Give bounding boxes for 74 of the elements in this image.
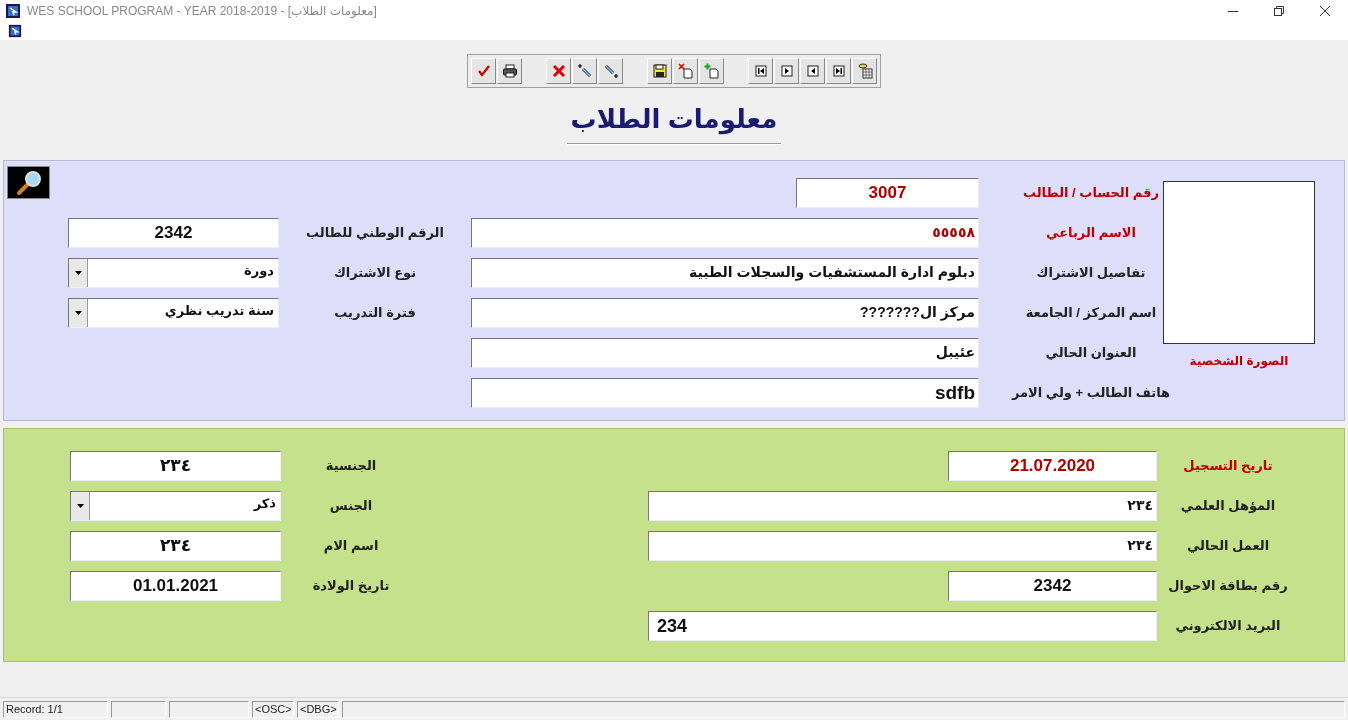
- document-icon[interactable]: [8, 24, 22, 38]
- status-text: Record: 1/1: [3, 700, 108, 718]
- input-field[interactable]: sdfb: [471, 378, 979, 408]
- input-field[interactable]: 21.07.2020: [948, 451, 1157, 481]
- magnifier-icon: [14, 169, 43, 196]
- page-heading: معلومات الطلاب: [566, 100, 782, 144]
- input-field[interactable]: عئيبل: [471, 338, 979, 368]
- field-label: تفاصيل الاشتراك: [1036, 264, 1146, 283]
- dropdown-button[interactable]: [71, 492, 90, 520]
- input-field[interactable]: ٢٣٤: [70, 451, 281, 481]
- minimize-icon: [1228, 10, 1238, 12]
- input-field[interactable]: ٥٥٥٥٨: [471, 218, 979, 248]
- input-field[interactable]: ٢٣٤: [648, 531, 1157, 561]
- dropdown-button[interactable]: [69, 259, 88, 287]
- field-label: فترة التدريب: [334, 304, 416, 323]
- field-label: رقم بطاقة الاحوال: [1168, 577, 1288, 596]
- field-label: المؤهل العلمي: [1180, 497, 1276, 516]
- search-button[interactable]: [7, 166, 50, 199]
- dropdown-field[interactable]: دورة: [68, 258, 279, 288]
- check-icon: [475, 63, 492, 79]
- cross-icon: [550, 63, 567, 79]
- field-label: رقم الحساب / الطالب: [1022, 184, 1159, 203]
- input-field[interactable]: 2342: [948, 571, 1157, 601]
- page-cross-icon: [677, 63, 694, 79]
- database-table-icon: [856, 63, 873, 79]
- field-label: الرقم الوطني للطالب: [306, 224, 444, 243]
- field-label: هاتف الطالب + ولي الامر: [1011, 384, 1171, 403]
- field-label: الجنس: [329, 497, 373, 516]
- toolbar-button[interactable]: [826, 58, 851, 84]
- printer-icon: [501, 63, 518, 79]
- caret-icon: [76, 504, 84, 508]
- close-icon: [1320, 6, 1330, 16]
- field-label: تاريخ الولادة: [312, 577, 390, 596]
- field-label: اسم الام: [323, 537, 379, 556]
- caret-icon: [74, 271, 82, 275]
- toolbar-button[interactable]: [800, 58, 825, 84]
- photo-frame[interactable]: [1163, 181, 1315, 344]
- input-field[interactable]: ٢٣٤: [648, 491, 1157, 521]
- toolbar-button[interactable]: [748, 58, 773, 84]
- dropdown-button[interactable]: [69, 299, 88, 327]
- field-label: العمل الحالي: [1186, 537, 1270, 556]
- caret-icon: [74, 311, 82, 315]
- status-text: <DBG>: [297, 700, 339, 718]
- status-panel: [111, 700, 166, 718]
- first-record-icon: [752, 63, 769, 79]
- dropdown-field[interactable]: ذكر: [70, 491, 281, 521]
- toolbar-button[interactable]: [497, 58, 522, 84]
- field-label: نوع الاشتراك: [333, 264, 417, 283]
- input-field[interactable]: 01.01.2021: [70, 571, 281, 601]
- field-label: اسم المركز / الجامعة: [1025, 304, 1157, 323]
- input-field[interactable]: دبلوم ادارة المستشفيات والسجلات الطبية: [471, 258, 979, 288]
- dropdown-field[interactable]: سنة تدريب نظري: [68, 298, 279, 328]
- photo-caption: الصورة الشخصية: [1189, 353, 1289, 370]
- toolbar-button[interactable]: [774, 58, 799, 84]
- input-field[interactable]: 234: [648, 611, 1157, 641]
- input-field[interactable]: ٢٣٤: [70, 531, 281, 561]
- app-icon: [5, 3, 21, 19]
- field-label: العنوان الحالي: [1045, 344, 1137, 363]
- play-right-icon: [778, 63, 795, 79]
- floppy-icon: [651, 63, 668, 79]
- input-field[interactable]: 3007: [796, 178, 979, 208]
- play-left-icon: [804, 63, 821, 79]
- input-field[interactable]: 2342: [68, 218, 279, 248]
- field-label: الاسم الرباعي: [1046, 224, 1136, 243]
- field-label: البريد الالكتروني: [1175, 617, 1281, 636]
- last-record-icon: [830, 63, 847, 79]
- input-field[interactable]: مركز ال???????: [471, 298, 979, 328]
- page-plus-icon: [703, 63, 720, 79]
- field-label: تاريخ التسجيل: [1183, 457, 1273, 476]
- window-title: WES SCHOOL PROGRAM - YEAR 2018-2019 - [معلومات الطلاب]: [27, 3, 377, 20]
- field-label: الجنسية: [325, 457, 377, 476]
- toolbar-button[interactable]: [647, 58, 672, 84]
- status-text: <OSC>: [252, 700, 294, 718]
- restore-icon: [1274, 6, 1284, 16]
